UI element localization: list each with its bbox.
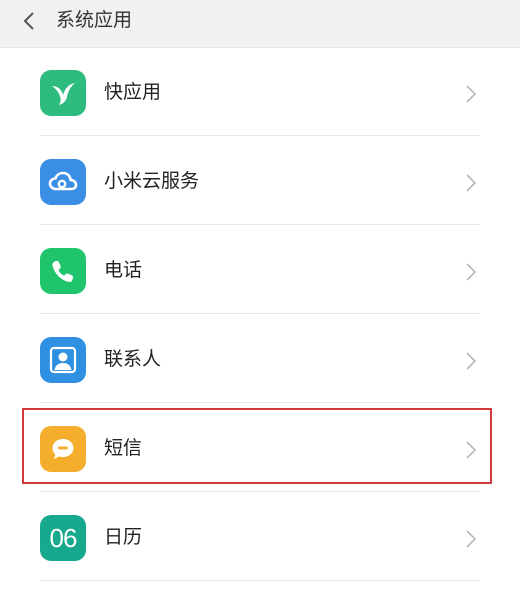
list-item-label: 日历	[104, 526, 143, 548]
list-item-mi-cloud[interactable]: 小米云服务	[0, 137, 520, 225]
divider	[40, 580, 480, 581]
chevron-left-icon	[23, 12, 34, 30]
list-item-label: 联系人	[104, 348, 162, 370]
back-button[interactable]	[14, 6, 44, 36]
chevron-right-icon	[466, 530, 477, 548]
divider	[40, 402, 480, 403]
list-item-phone[interactable]: 电话	[0, 226, 520, 314]
contacts-icon	[40, 337, 86, 383]
list-item-quick-app[interactable]: 快应用	[0, 48, 520, 136]
calendar-icon: 06	[40, 515, 86, 561]
divider	[40, 135, 480, 136]
top-bar: 系统应用	[0, 0, 520, 48]
list-item-label: 短信	[104, 437, 143, 459]
divider	[40, 313, 480, 314]
quick-app-icon	[40, 70, 86, 116]
message-icon	[40, 426, 86, 472]
chevron-right-icon	[466, 352, 477, 370]
list-item-label: 快应用	[104, 81, 162, 103]
cloud-icon	[40, 159, 86, 205]
divider	[40, 224, 480, 225]
chevron-right-icon	[466, 441, 477, 459]
list-item-label: 小米云服务	[104, 170, 200, 192]
page-title: 系统应用	[56, 9, 133, 31]
list-item-messages[interactable]: 短信	[0, 404, 520, 492]
phone-icon	[40, 248, 86, 294]
chevron-right-icon	[466, 174, 477, 192]
list-item-calendar[interactable]: 06 日历	[0, 493, 520, 581]
divider	[40, 491, 480, 492]
calendar-icon-date: 06	[49, 522, 78, 553]
chevron-right-icon	[466, 85, 477, 103]
list-item-label: 电话	[104, 259, 143, 281]
chevron-right-icon	[466, 263, 477, 281]
list-item-contacts[interactable]: 联系人	[0, 315, 520, 403]
